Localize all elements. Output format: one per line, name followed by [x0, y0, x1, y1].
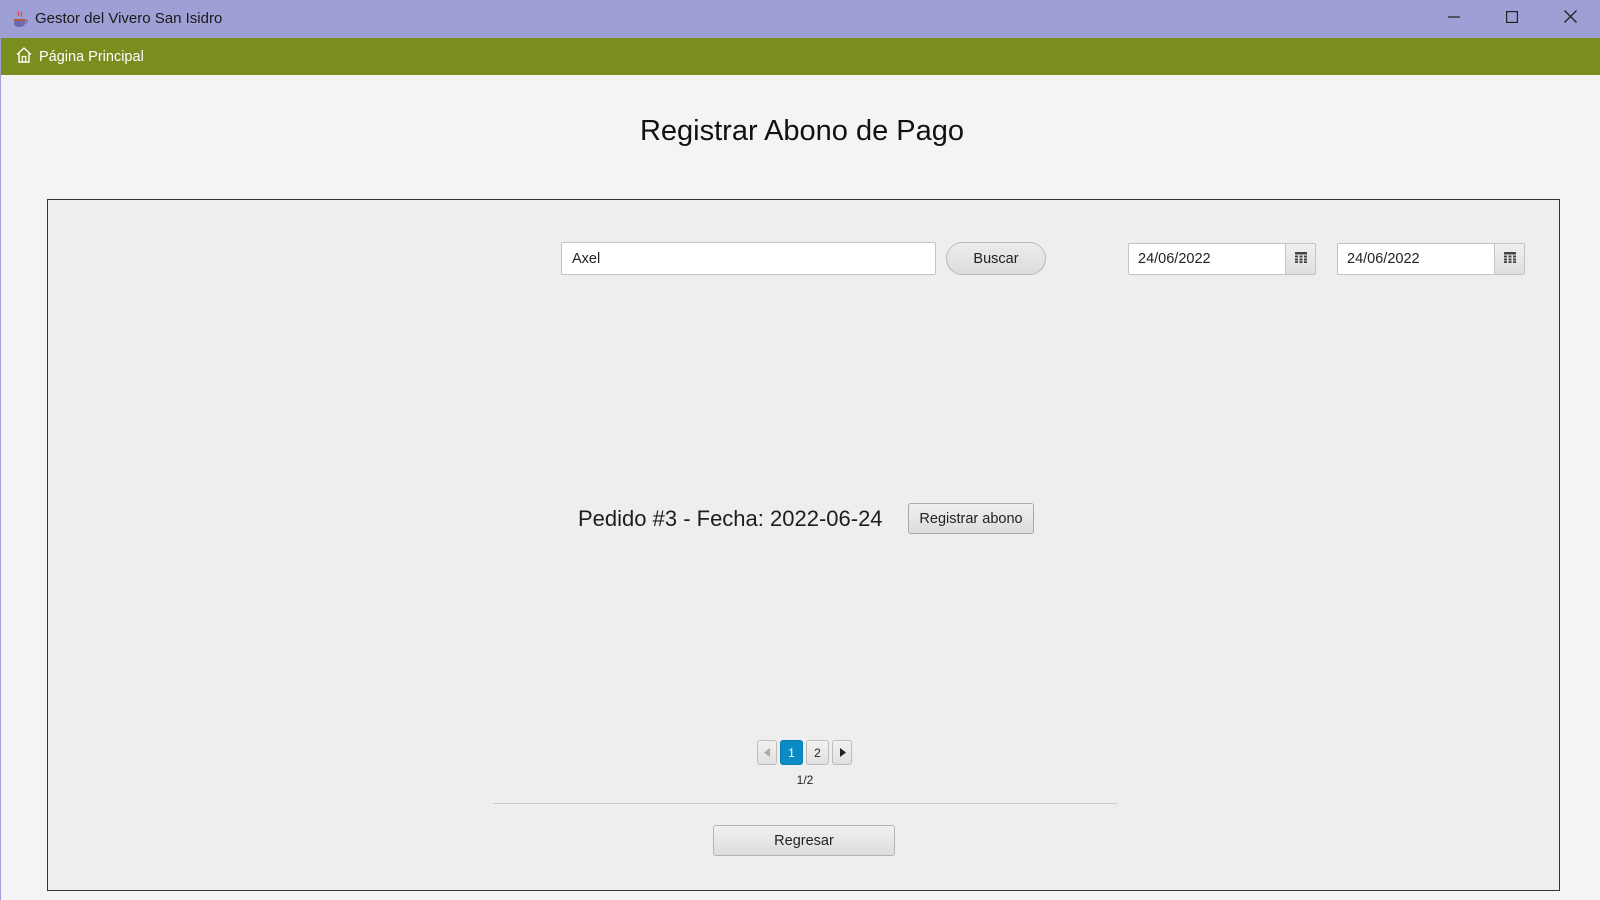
- maximize-icon: [1506, 10, 1519, 28]
- page-button-2[interactable]: 2: [806, 740, 829, 765]
- close-button[interactable]: [1541, 0, 1599, 38]
- separator: [493, 803, 1117, 804]
- previous-page-button[interactable]: [757, 740, 777, 765]
- chevron-left-icon: [763, 746, 771, 760]
- pagination: 1 2: [757, 740, 852, 765]
- date-from-input[interactable]: [1128, 243, 1285, 275]
- menu-bar: Página Principal: [0, 38, 1600, 75]
- back-button[interactable]: Regresar: [713, 825, 895, 856]
- page-indicator: 1/2: [796, 773, 814, 787]
- calendar-icon: [1503, 250, 1516, 268]
- page-title: Registrar Abono de Pago: [639, 115, 965, 147]
- register-payment-button[interactable]: Registrar abono: [908, 503, 1034, 534]
- close-icon: [1563, 10, 1577, 28]
- order-item: Pedido #3 - Fecha: 2022-06-24: [578, 503, 883, 535]
- date-to-picker: [1337, 243, 1525, 275]
- date-from-calendar-button[interactable]: [1285, 243, 1316, 275]
- main-content: Registrar Abono de Pago Buscar: [0, 75, 1600, 900]
- home-menu-label: Página Principal: [39, 49, 144, 65]
- maximize-button[interactable]: [1483, 0, 1541, 38]
- order-label: Pedido #3 - Fecha: 2022-06-24: [578, 506, 883, 531]
- calendar-icon: [1294, 250, 1307, 268]
- window-title: Gestor del Vivero San Isidro: [35, 10, 223, 27]
- payment-panel: Buscar: [47, 199, 1560, 891]
- chevron-right-icon: [839, 746, 846, 760]
- minimize-icon: [1448, 10, 1460, 28]
- minimize-button[interactable]: [1425, 0, 1483, 38]
- date-to-calendar-button[interactable]: [1494, 243, 1525, 275]
- search-button[interactable]: Buscar: [946, 242, 1046, 275]
- home-menu-item[interactable]: Página Principal: [15, 46, 144, 68]
- date-from-picker: [1128, 243, 1316, 275]
- java-cup-icon: [12, 10, 28, 28]
- client-search-input[interactable]: [561, 242, 936, 275]
- next-page-button[interactable]: [832, 740, 852, 765]
- window-titlebar: Gestor del Vivero San Isidro: [0, 0, 1600, 38]
- home-icon: [15, 46, 33, 69]
- page-button-1[interactable]: 1: [780, 740, 803, 765]
- date-to-input[interactable]: [1337, 243, 1494, 275]
